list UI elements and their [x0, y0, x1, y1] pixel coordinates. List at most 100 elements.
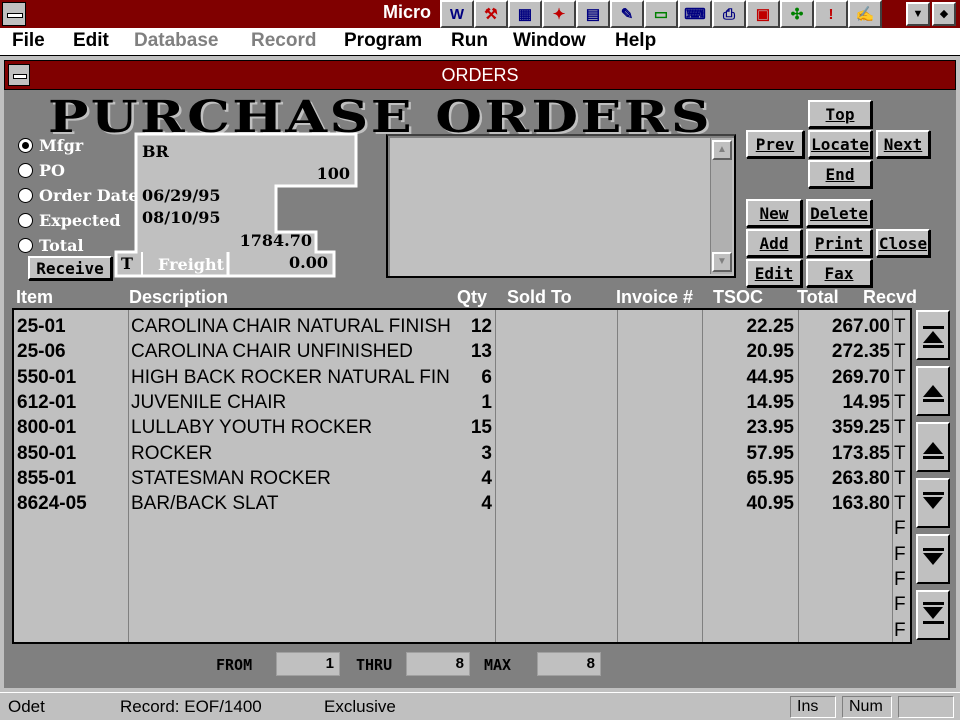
cell-total[interactable]: 263.80: [800, 466, 890, 491]
cell-sold-to[interactable]: [498, 390, 614, 415]
cell-invoice[interactable]: [620, 339, 700, 364]
cell-item[interactable]: [17, 567, 125, 592]
cell-total[interactable]: [800, 592, 890, 617]
cell-recvd[interactable]: F: [894, 516, 910, 541]
grid-page-down-button[interactable]: [916, 534, 950, 584]
cell-invoice[interactable]: [620, 592, 700, 617]
freight-code[interactable]: T: [121, 254, 133, 273]
cell-recvd[interactable]: T: [894, 390, 910, 415]
cell-sold-to[interactable]: [498, 516, 614, 541]
cell-tsoc[interactable]: 40.95: [704, 491, 794, 516]
cell-tsoc[interactable]: 22.25: [704, 314, 794, 339]
cell-description[interactable]: CAROLINA CHAIR UNFINISHED: [131, 339, 493, 364]
cell-tsoc[interactable]: [704, 618, 794, 642]
cell-tsoc[interactable]: 14.95: [704, 390, 794, 415]
cell-description[interactable]: ROCKER: [131, 441, 493, 466]
grid-last-button[interactable]: [916, 590, 950, 640]
grid-first-button[interactable]: [916, 310, 950, 360]
cell-invoice[interactable]: [620, 542, 700, 567]
cell-recvd[interactable]: T: [894, 415, 910, 440]
cell-tsoc[interactable]: 23.95: [704, 415, 794, 440]
total-value[interactable]: 1784.70: [220, 231, 312, 250]
cell-total[interactable]: 359.25: [800, 415, 890, 440]
cell-invoice[interactable]: [620, 466, 700, 491]
cell-recvd[interactable]: F: [894, 567, 910, 592]
cell-total[interactable]: 173.85: [800, 441, 890, 466]
cell-total[interactable]: 272.35: [800, 339, 890, 364]
cell-recvd[interactable]: T: [894, 441, 910, 466]
top-button[interactable]: Top: [808, 100, 872, 128]
cell-description[interactable]: [131, 592, 493, 617]
cell-sold-to[interactable]: [498, 339, 614, 364]
cell-sold-to[interactable]: [498, 441, 614, 466]
cell-recvd[interactable]: T: [894, 314, 910, 339]
cell-invoice[interactable]: [620, 390, 700, 415]
cell-qty[interactable]: [454, 592, 492, 617]
add-button[interactable]: Add: [746, 229, 802, 257]
cell-description[interactable]: [131, 542, 493, 567]
cell-recvd[interactable]: F: [894, 592, 910, 617]
cell-description[interactable]: [131, 567, 493, 592]
cell-item[interactable]: 855-01: [17, 466, 125, 491]
cell-total[interactable]: [800, 542, 890, 567]
cell-item[interactable]: [17, 618, 125, 642]
cell-sold-to[interactable]: [498, 542, 614, 567]
cell-item[interactable]: 612-01: [17, 390, 125, 415]
locate-button[interactable]: Locate: [808, 130, 872, 158]
cell-sold-to[interactable]: [498, 618, 614, 642]
cell-invoice[interactable]: [620, 415, 700, 440]
cell-invoice[interactable]: [620, 567, 700, 592]
cell-qty[interactable]: 3: [454, 441, 492, 466]
prev-button[interactable]: Prev: [746, 130, 804, 158]
cell-total[interactable]: 269.70: [800, 365, 890, 390]
cell-qty[interactable]: 1: [454, 390, 492, 415]
cell-sold-to[interactable]: [498, 365, 614, 390]
cell-qty[interactable]: 6: [454, 365, 492, 390]
cell-qty[interactable]: [454, 516, 492, 541]
cell-item[interactable]: 550-01: [17, 365, 125, 390]
order-date-value[interactable]: 06/29/95: [142, 186, 220, 205]
cell-sold-to[interactable]: [498, 466, 614, 491]
expected-value[interactable]: 08/10/95: [142, 208, 220, 227]
cell-recvd[interactable]: T: [894, 339, 910, 364]
cell-item[interactable]: 8624-05: [17, 491, 125, 516]
cell-qty[interactable]: [454, 618, 492, 642]
cell-qty[interactable]: [454, 542, 492, 567]
cell-recvd[interactable]: F: [894, 618, 910, 642]
cell-sold-to[interactable]: [498, 592, 614, 617]
cell-recvd[interactable]: F: [894, 542, 910, 567]
notes-memo[interactable]: ▲ ▼: [386, 134, 736, 278]
cell-description[interactable]: HIGH BACK ROCKER NATURAL FIN: [131, 365, 493, 390]
new-button[interactable]: New: [746, 199, 802, 227]
end-button[interactable]: End: [808, 160, 872, 188]
cell-tsoc[interactable]: 20.95: [704, 339, 794, 364]
cell-description[interactable]: [131, 516, 493, 541]
cell-total[interactable]: 267.00: [800, 314, 890, 339]
cell-item[interactable]: [17, 516, 125, 541]
cell-description[interactable]: [131, 618, 493, 642]
cell-total[interactable]: 163.80: [800, 491, 890, 516]
cell-description[interactable]: LULLABY YOUTH ROCKER: [131, 415, 493, 440]
scroll-up-icon[interactable]: ▲: [712, 140, 732, 160]
cell-qty[interactable]: 4: [454, 466, 492, 491]
cell-total[interactable]: 14.95: [800, 390, 890, 415]
print-button[interactable]: Print: [806, 229, 872, 257]
cell-total[interactable]: [800, 516, 890, 541]
cell-tsoc[interactable]: [704, 592, 794, 617]
cell-recvd[interactable]: T: [894, 491, 910, 516]
notes-scrollbar[interactable]: ▲ ▼: [710, 138, 732, 274]
po-value[interactable]: 100: [280, 164, 350, 183]
line-items-grid[interactable]: 25-01 CAROLINA CHAIR NATURAL FINISH 12 22.2…: [12, 308, 912, 644]
scroll-down-icon[interactable]: ▼: [712, 252, 732, 272]
cell-tsoc[interactable]: [704, 516, 794, 541]
cell-recvd[interactable]: T: [894, 365, 910, 390]
cell-qty[interactable]: 15: [454, 415, 492, 440]
cell-sold-to[interactable]: [498, 491, 614, 516]
cell-item[interactable]: [17, 542, 125, 567]
cell-description[interactable]: BAR/BACK SLAT: [131, 491, 493, 516]
close-button[interactable]: Close: [876, 229, 930, 257]
fax-button[interactable]: Fax: [806, 259, 872, 287]
cell-invoice[interactable]: [620, 491, 700, 516]
cell-description[interactable]: CAROLINA CHAIR NATURAL FINISH: [131, 314, 493, 339]
cell-total[interactable]: [800, 567, 890, 592]
